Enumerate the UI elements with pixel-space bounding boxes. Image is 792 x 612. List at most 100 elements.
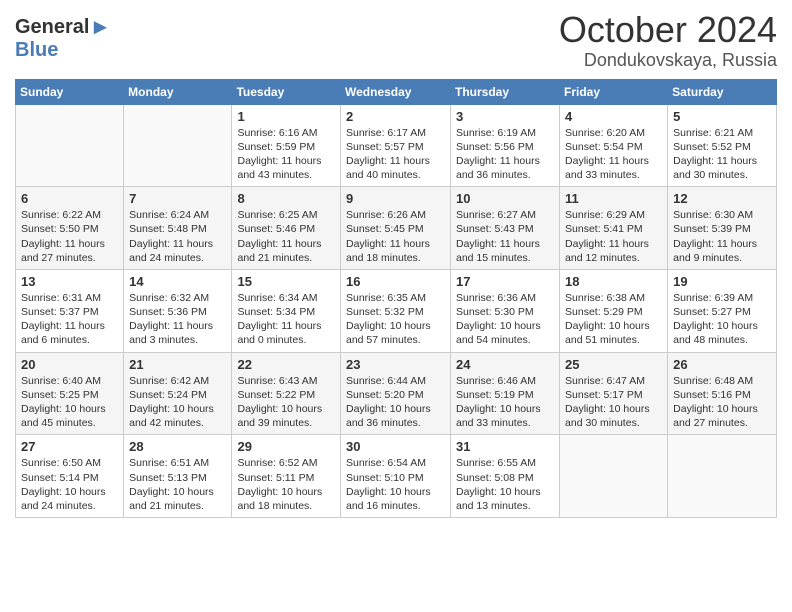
calendar-cell: 17 Sunrise: 6:36 AMSunset: 5:30 PMDayligh… [451,269,560,352]
col-thursday: Thursday [451,79,560,104]
calendar-cell: 5 Sunrise: 6:21 AMSunset: 5:52 PMDaylight… [668,104,777,187]
col-monday: Monday [124,79,232,104]
logo-general-text: General [15,17,89,37]
calendar-cell: 6Sunrise: 6:22 AMSunset: 5:50 PMDaylight… [16,187,124,270]
calendar-week-4: 20 Sunrise: 6:40 AMSunset: 5:25 PMDayligh… [16,352,777,435]
day-number: 27 [21,439,118,454]
logo-blue-text: Blue [15,40,58,60]
calendar-cell: 18Sunrise: 6:38 AMSunset: 5:29 PMDayligh… [560,269,668,352]
calendar-week-1: 1Sunrise: 6:16 AMSunset: 5:59 PMDaylight… [16,104,777,187]
calendar-table: Sunday Monday Tuesday Wednesday Thursday… [15,79,777,518]
day-number: 18 [565,274,662,289]
day-number: 14 [129,274,226,289]
day-number: 20 [21,357,118,372]
col-saturday: Saturday [668,79,777,104]
day-info: Sunrise: 6:52 AMSunset: 5:11 PMDaylight:… [237,456,335,513]
calendar-cell: 7 Sunrise: 6:24 AMSunset: 5:48 PMDaylight… [124,187,232,270]
calendar-cell: 31 Sunrise: 6:55 AMSunset: 5:08 PMDayligh… [451,435,560,518]
day-number: 28 [129,439,226,454]
day-info: Sunrise: 6:40 AMSunset: 5:25 PMDaylight:… [21,374,118,431]
calendar-cell: 14Sunrise: 6:32 AMSunset: 5:36 PMDayligh… [124,269,232,352]
day-number: 6 [21,191,118,206]
calendar-cell: 13Sunrise: 6:31 AMSunset: 5:37 PMDayligh… [16,269,124,352]
calendar-cell: 21 Sunrise: 6:42 AMSunset: 5:24 PMDayligh… [124,352,232,435]
calendar-cell: 16 Sunrise: 6:35 AMSunset: 5:32 PMDayligh… [341,269,451,352]
calendar-cell: 26Sunrise: 6:48 AMSunset: 5:16 PMDayligh… [668,352,777,435]
calendar-cell: 9 Sunrise: 6:26 AMSunset: 5:45 PMDaylight… [341,187,451,270]
day-number: 8 [237,191,335,206]
day-info: Sunrise: 6:29 AMSunset: 5:41 PMDaylight:… [565,208,662,265]
calendar-body: 1Sunrise: 6:16 AMSunset: 5:59 PMDaylight… [16,104,777,517]
day-info: Sunrise: 6:48 AMSunset: 5:16 PMDaylight:… [673,374,771,431]
day-number: 2 [346,109,445,124]
calendar-cell: 29 Sunrise: 6:52 AMSunset: 5:11 PMDayligh… [232,435,341,518]
day-info: Sunrise: 6:25 AMSunset: 5:46 PMDaylight:… [237,208,335,265]
day-number: 13 [21,274,118,289]
day-info: Sunrise: 6:46 AMSunset: 5:19 PMDaylight:… [456,374,554,431]
logo: General ► Blue [15,14,111,60]
calendar-cell: 24 Sunrise: 6:46 AMSunset: 5:19 PMDayligh… [451,352,560,435]
day-number: 9 [346,191,445,206]
calendar-cell [668,435,777,518]
day-info: Sunrise: 6:27 AMSunset: 5:43 PMDaylight:… [456,208,554,265]
day-number: 15 [237,274,335,289]
day-info: Sunrise: 6:43 AMSunset: 5:22 PMDaylight:… [237,374,335,431]
day-info: Sunrise: 6:54 AMSunset: 5:10 PMDaylight:… [346,456,445,513]
day-number: 22 [237,357,335,372]
calendar-cell: 25 Sunrise: 6:47 AMSunset: 5:17 PMDayligh… [560,352,668,435]
day-info: Sunrise: 6:42 AMSunset: 5:24 PMDaylight:… [129,374,226,431]
calendar-cell: 3Sunrise: 6:19 AMSunset: 5:56 PMDaylight… [451,104,560,187]
header: General ► Blue October 2024 Dondukovskay… [15,10,777,71]
calendar-cell: 10 Sunrise: 6:27 AMSunset: 5:43 PMDayligh… [451,187,560,270]
day-number: 16 [346,274,445,289]
header-row: Sunday Monday Tuesday Wednesday Thursday… [16,79,777,104]
day-number: 4 [565,109,662,124]
day-info: Sunrise: 6:26 AMSunset: 5:45 PMDaylight:… [346,208,445,265]
calendar-cell: 11Sunrise: 6:29 AMSunset: 5:41 PMDayligh… [560,187,668,270]
calendar-cell: 23Sunrise: 6:44 AMSunset: 5:20 PMDayligh… [341,352,451,435]
col-tuesday: Tuesday [232,79,341,104]
calendar-cell [16,104,124,187]
day-number: 12 [673,191,771,206]
day-number: 10 [456,191,554,206]
page-title: October 2024 [559,10,777,50]
day-info: Sunrise: 6:47 AMSunset: 5:17 PMDaylight:… [565,374,662,431]
calendar-cell: 28Sunrise: 6:51 AMSunset: 5:13 PMDayligh… [124,435,232,518]
day-info: Sunrise: 6:16 AMSunset: 5:59 PMDaylight:… [237,126,335,183]
calendar-cell [560,435,668,518]
calendar-week-5: 27Sunrise: 6:50 AMSunset: 5:14 PMDayligh… [16,435,777,518]
calendar-cell: 19Sunrise: 6:39 AMSunset: 5:27 PMDayligh… [668,269,777,352]
calendar-cell: 1Sunrise: 6:16 AMSunset: 5:59 PMDaylight… [232,104,341,187]
day-number: 7 [129,191,226,206]
calendar-cell: 4Sunrise: 6:20 AMSunset: 5:54 PMDaylight… [560,104,668,187]
calendar-cell: 12 Sunrise: 6:30 AMSunset: 5:39 PMDayligh… [668,187,777,270]
day-number: 5 [673,109,771,124]
calendar-cell: 15Sunrise: 6:34 AMSunset: 5:34 PMDayligh… [232,269,341,352]
day-info: Sunrise: 6:24 AMSunset: 5:48 PMDaylight:… [129,208,226,265]
title-section: October 2024 Dondukovskaya, Russia [559,10,777,71]
calendar-cell: 27Sunrise: 6:50 AMSunset: 5:14 PMDayligh… [16,435,124,518]
col-wednesday: Wednesday [341,79,451,104]
calendar-week-2: 6Sunrise: 6:22 AMSunset: 5:50 PMDaylight… [16,187,777,270]
day-info: Sunrise: 6:21 AMSunset: 5:52 PMDaylight:… [673,126,771,183]
day-info: Sunrise: 6:35 AMSunset: 5:32 PMDaylight:… [346,291,445,348]
calendar-week-3: 13Sunrise: 6:31 AMSunset: 5:37 PMDayligh… [16,269,777,352]
calendar-cell: 2Sunrise: 6:17 AMSunset: 5:57 PMDaylight… [341,104,451,187]
day-number: 23 [346,357,445,372]
col-friday: Friday [560,79,668,104]
day-info: Sunrise: 6:36 AMSunset: 5:30 PMDaylight:… [456,291,554,348]
day-number: 25 [565,357,662,372]
calendar-cell: 20 Sunrise: 6:40 AMSunset: 5:25 PMDayligh… [16,352,124,435]
calendar-cell: 22 Sunrise: 6:43 AMSunset: 5:22 PMDayligh… [232,352,341,435]
day-number: 17 [456,274,554,289]
day-info: Sunrise: 6:55 AMSunset: 5:08 PMDaylight:… [456,456,554,513]
day-number: 21 [129,357,226,372]
day-info: Sunrise: 6:30 AMSunset: 5:39 PMDaylight:… [673,208,771,265]
calendar-cell: 8 Sunrise: 6:25 AMSunset: 5:46 PMDaylight… [232,187,341,270]
day-number: 31 [456,439,554,454]
day-number: 24 [456,357,554,372]
day-number: 29 [237,439,335,454]
page-container: General ► Blue October 2024 Dondukovskay… [0,0,792,533]
calendar-cell: 30Sunrise: 6:54 AMSunset: 5:10 PMDayligh… [341,435,451,518]
calendar-cell [124,104,232,187]
